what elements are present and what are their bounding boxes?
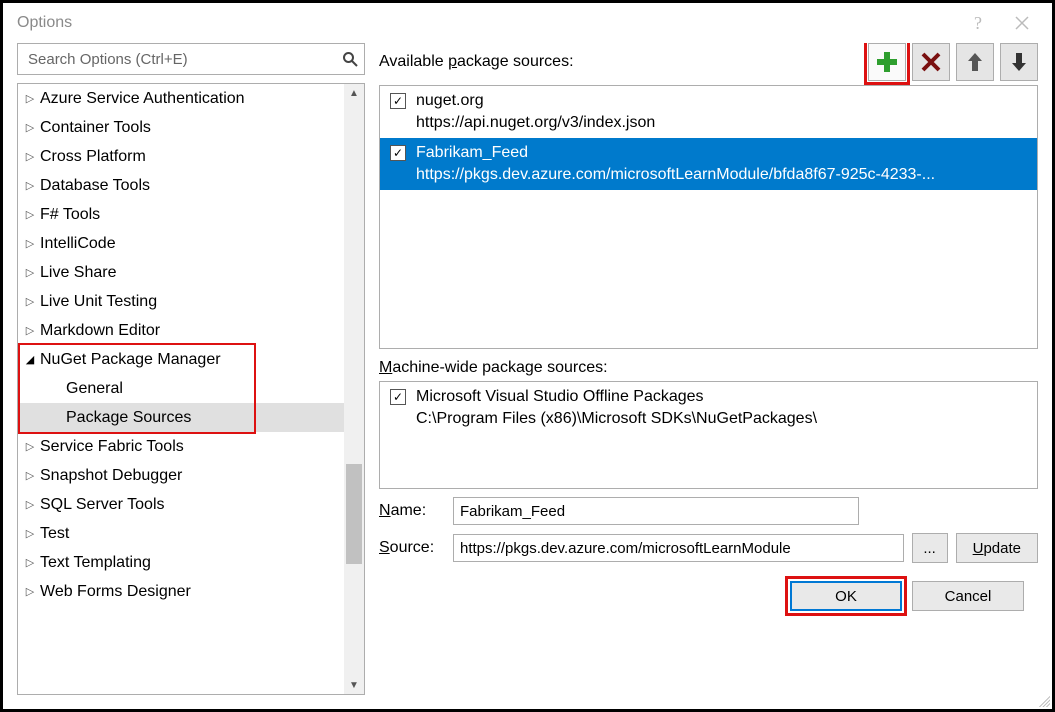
close-button[interactable] [1000,8,1044,38]
browse-button[interactable]: ... [912,533,948,563]
move-down-button[interactable] [1000,43,1038,81]
machine-sources-label: Machine-wide package sources: [379,359,1038,377]
tree-item[interactable]: ▷Snapshot Debugger [18,461,344,490]
tree-item-label: Snapshot Debugger [38,467,182,485]
available-sources-list[interactable]: ✓ nuget.orghttps://api.nuget.org/v3/index… [379,85,1038,349]
tree-item[interactable]: ▷IntelliCode [18,229,344,258]
machine-sources-list[interactable]: ✓ Microsoft Visual Studio Offline Package… [379,381,1038,489]
tree-item-label: Azure Service Authentication [38,90,245,108]
tree-item[interactable]: General [18,374,344,403]
tree-item-label: General [38,380,123,398]
options-dialog: Options ? ▷Azure Service Authentication▷… [0,0,1055,712]
help-button[interactable]: ? [956,8,1000,38]
tree-item-label: Test [38,525,69,543]
tree-item-label: F# Tools [38,206,100,224]
svg-text:?: ? [974,13,982,33]
tree-item-label: Cross Platform [38,148,146,166]
tree-item-label: Web Forms Designer [38,583,191,601]
source-url: https://pkgs.dev.azure.com/microsoftLear… [416,164,1037,186]
tree-item[interactable]: ▷Web Forms Designer [18,577,344,606]
source-url: https://api.nuget.org/v3/index.json [416,112,1037,134]
scroll-up-icon[interactable]: ▲ [344,84,364,102]
tree-scrollbar[interactable]: ▲ ▼ [344,84,364,694]
available-sources-label: Available package sources: [379,53,868,71]
tree-item-label: Service Fabric Tools [38,438,184,456]
add-source-button[interactable] [868,43,906,81]
options-tree-panel: ▷Azure Service Authentication▷Container … [17,43,365,695]
tree-item-label: IntelliCode [38,235,116,253]
scroll-thumb[interactable] [346,464,362,564]
window-title: Options [17,14,72,32]
tree-item-label: Database Tools [38,177,150,195]
tree-item[interactable]: ▷Cross Platform [18,142,344,171]
search-input[interactable] [26,50,342,69]
tree-item[interactable]: ▷Markdown Editor [18,316,344,345]
options-tree: ▷Azure Service Authentication▷Container … [17,83,365,695]
name-label: Name: [379,502,445,520]
package-source-item[interactable]: ✓ nuget.orghttps://api.nuget.org/v3/index… [380,86,1037,138]
tree-item-label: Container Tools [38,119,151,137]
resize-grip[interactable] [1036,693,1050,707]
tree-item-label: NuGet Package Manager [38,351,221,369]
source-name: nuget.org [416,90,1037,112]
tree-item-label: Live Share [38,264,117,282]
package-source-item[interactable]: ✓ Fabrikam_Feedhttps://pkgs.dev.azure.com… [380,138,1037,190]
tree-item-label: Package Sources [38,409,191,427]
package-sources-panel: Available package sources: [379,43,1038,695]
source-checkbox[interactable]: ✓ [390,93,406,109]
tree-item[interactable]: ◢NuGet Package Manager [18,345,344,374]
tree-item-label: Live Unit Testing [38,293,157,311]
source-url: C:\Program Files (x86)\Microsoft SDKs\Nu… [416,408,1037,430]
search-options[interactable] [17,43,365,75]
tree-item[interactable]: ▷Live Share [18,258,344,287]
cancel-button[interactable]: Cancel [912,581,1024,611]
source-name: Microsoft Visual Studio Offline Packages [416,386,1037,408]
tree-item[interactable]: ▷Azure Service Authentication [18,84,344,113]
tree-item-label: Text Templating [38,554,151,572]
tree-item-label: SQL Server Tools [38,496,165,514]
source-name: Fabrikam_Feed [416,142,1037,164]
tree-item[interactable]: Package Sources [18,403,344,432]
scroll-down-icon[interactable]: ▼ [344,676,364,694]
tree-item[interactable]: ▷Test [18,519,344,548]
tree-item[interactable]: ▷Service Fabric Tools [18,432,344,461]
tree-item[interactable]: ▷F# Tools [18,200,344,229]
update-button[interactable]: Update [956,533,1038,563]
source-checkbox[interactable]: ✓ [390,145,406,161]
tree-item[interactable]: ▷SQL Server Tools [18,490,344,519]
tree-item[interactable]: ▷Database Tools [18,171,344,200]
name-input[interactable] [453,497,859,525]
tree-item[interactable]: ▷Live Unit Testing [18,287,344,316]
ok-button[interactable]: OK [790,581,902,611]
search-icon [342,51,358,67]
tree-item[interactable]: ▷Text Templating [18,548,344,577]
tree-item[interactable]: ▷Container Tools [18,113,344,142]
source-input[interactable] [453,534,904,562]
source-label: Source: [379,539,445,557]
tree-item-label: Markdown Editor [38,322,160,340]
remove-source-button[interactable] [912,43,950,81]
package-source-item[interactable]: ✓ Microsoft Visual Studio Offline Package… [380,382,1037,434]
move-up-button[interactable] [956,43,994,81]
source-checkbox[interactable]: ✓ [390,389,406,405]
titlebar: Options ? [3,3,1052,43]
